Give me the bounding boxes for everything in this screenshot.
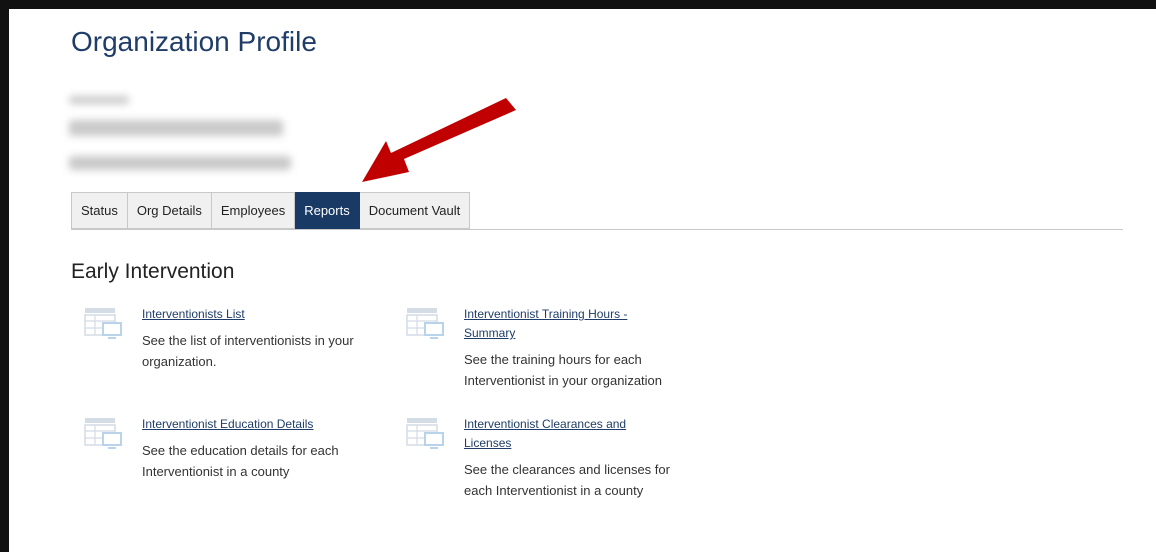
tab-org-details[interactable]: Org Details (127, 192, 212, 229)
tab-reports[interactable]: Reports (295, 192, 360, 229)
window-frame-left (0, 0, 9, 552)
redacted-org-label (69, 96, 129, 104)
tab-status[interactable]: Status (71, 192, 128, 229)
report-description: See the list of interventionists in your… (142, 333, 354, 369)
report-link-interventionists-list[interactable]: Interventionists List (142, 305, 382, 324)
table-monitor-icon (406, 308, 444, 339)
report-item: Interventionists List See the list of in… (84, 305, 382, 372)
report-item: Interventionist Education Details See th… (84, 415, 382, 482)
table-monitor-icon (84, 418, 122, 449)
tab-document-vault[interactable]: Document Vault (359, 192, 471, 229)
page-title: Organization Profile (71, 26, 317, 57)
section-title: Early Intervention (71, 260, 235, 283)
report-link-training-hours-summary[interactable]: Interventionist Training Hours - Summary (464, 305, 664, 343)
report-description: See the education details for each Inter… (142, 443, 339, 479)
report-link-education-details[interactable]: Interventionist Education Details (142, 415, 382, 434)
redacted-org-id (69, 156, 291, 170)
report-item: Interventionist Clearances and Licenses … (406, 415, 694, 501)
table-monitor-icon (84, 308, 122, 339)
report-item: Interventionist Training Hours - Summary… (406, 305, 694, 391)
annotation-arrow-icon (362, 98, 516, 182)
profile-tabs: Status Org Details Employees Reports Doc… (71, 192, 1123, 230)
table-monitor-icon (406, 418, 444, 449)
report-description: See the training hours for each Interven… (464, 352, 663, 388)
redacted-org-name (69, 120, 283, 136)
tab-employees[interactable]: Employees (211, 192, 296, 229)
report-link-clearances-and-licenses[interactable]: Interventionist Clearances and Licenses (464, 415, 654, 453)
window-frame-top (0, 0, 1156, 9)
report-description: See the clearances and licenses for each… (464, 462, 670, 498)
